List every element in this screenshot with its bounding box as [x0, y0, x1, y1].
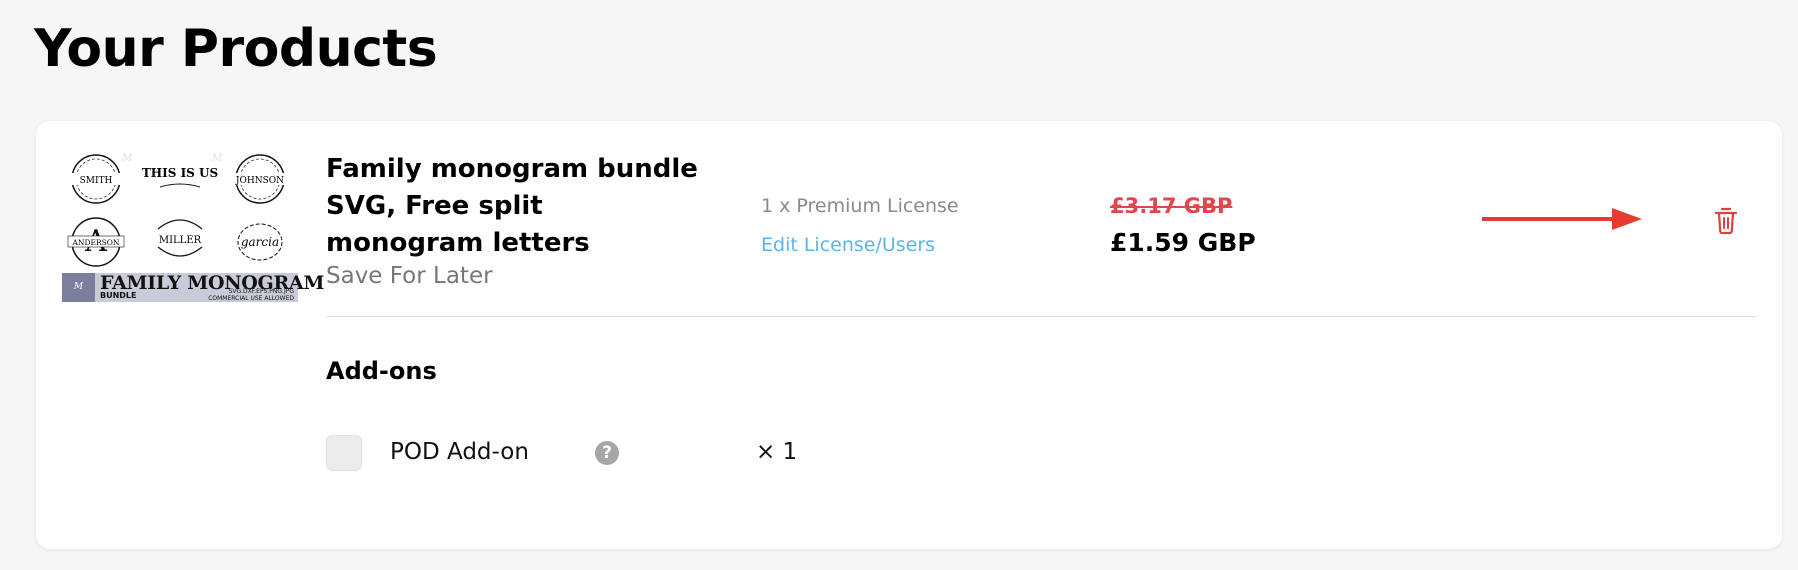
monogram-text: SMITH — [80, 176, 113, 186]
monogram-text: JOHNSON — [235, 176, 284, 186]
monogram-text: MILLER — [159, 235, 202, 246]
product-thumbnail[interactable]: M M SMITH THIS IS US JOHNSON A ANDERSON … — [62, 147, 324, 302]
monogram-text: garcia — [241, 235, 279, 249]
addon-quantity: × 1 — [756, 439, 798, 465]
addons-title: Add-ons — [326, 357, 437, 385]
question-circle-icon[interactable]: ? — [595, 441, 619, 465]
monogram-text: ANDERSON — [72, 238, 120, 247]
monogram-text: THIS IS US — [142, 166, 218, 180]
page-title: Your Products — [34, 19, 438, 79]
divider — [326, 316, 1757, 317]
sale-price: £1.59 GBP — [1110, 228, 1256, 257]
thumbnail-banner: M FAMILY MONOGRAM BUNDLE SVG.DXF.EPS.PNG… — [62, 273, 324, 302]
banner-subtitle: BUNDLE — [100, 291, 137, 300]
addon-label: POD Add-on — [390, 439, 529, 465]
pod-addon-checkbox[interactable] — [326, 435, 362, 471]
product-name[interactable]: Family monogram bundle SVG, Free split m… — [326, 151, 706, 262]
product-card: M M SMITH THIS IS US JOHNSON A ANDERSON … — [36, 121, 1782, 549]
license-info: 1 x Premium License — [761, 195, 959, 217]
edit-license-link[interactable]: Edit License/Users — [761, 234, 935, 256]
original-price: £3.17 GBP — [1110, 194, 1233, 218]
trash-icon[interactable] — [1712, 205, 1740, 235]
arrow-right-icon — [1482, 208, 1642, 230]
svg-text:M: M — [211, 153, 223, 164]
save-for-later-link[interactable]: Save For Later — [326, 263, 493, 289]
banner-formats: SVG.DXF.EPS.PNG.JPG COMMERCIAL USE ALLOW… — [208, 288, 294, 302]
monogram-preview-image: M M SMITH THIS IS US JOHNSON A ANDERSON … — [67, 153, 292, 267]
brand-logo: M — [62, 273, 95, 302]
svg-text:M: M — [121, 153, 133, 164]
